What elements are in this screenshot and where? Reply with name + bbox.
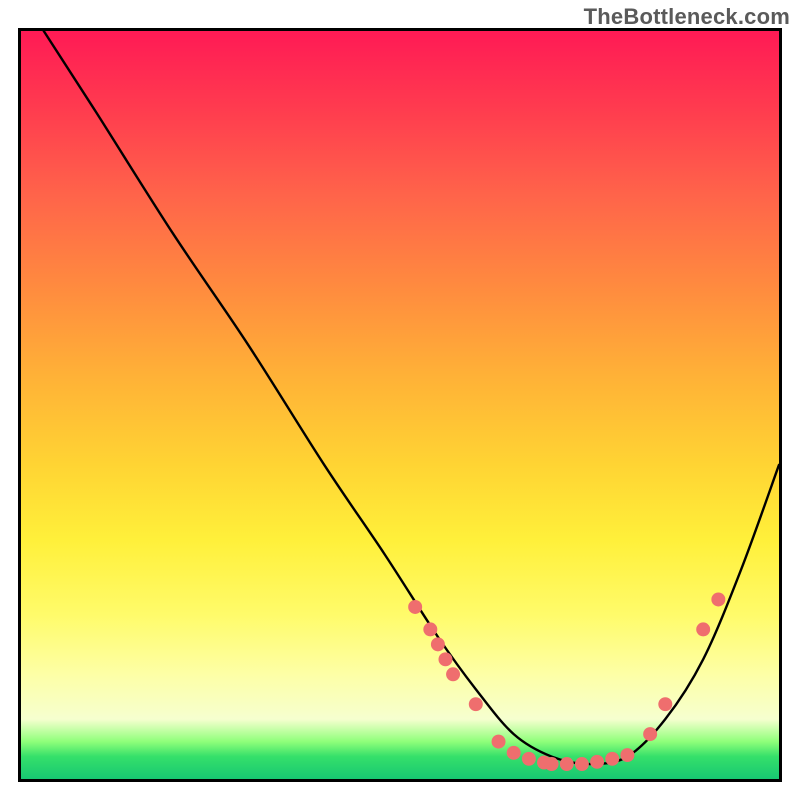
curve-layer	[21, 31, 779, 779]
data-marker	[643, 727, 657, 741]
data-marker	[507, 746, 521, 760]
plot-area	[18, 28, 782, 782]
bottleneck-curve	[44, 31, 779, 764]
data-marker	[446, 667, 460, 681]
data-marker	[620, 748, 634, 762]
data-marker	[605, 752, 619, 766]
chart-frame: TheBottleneck.com	[0, 0, 800, 800]
data-marker	[590, 755, 604, 769]
data-markers	[408, 592, 725, 771]
data-marker	[545, 757, 559, 771]
data-marker	[696, 622, 710, 636]
data-marker	[658, 697, 672, 711]
data-marker	[522, 752, 536, 766]
data-marker	[560, 757, 574, 771]
data-marker	[711, 592, 725, 606]
data-marker	[431, 637, 445, 651]
data-marker	[492, 735, 506, 749]
watermark-text: TheBottleneck.com	[584, 4, 790, 30]
data-marker	[575, 757, 589, 771]
data-marker	[469, 697, 483, 711]
data-marker	[438, 652, 452, 666]
data-marker	[423, 622, 437, 636]
data-marker	[408, 600, 422, 614]
